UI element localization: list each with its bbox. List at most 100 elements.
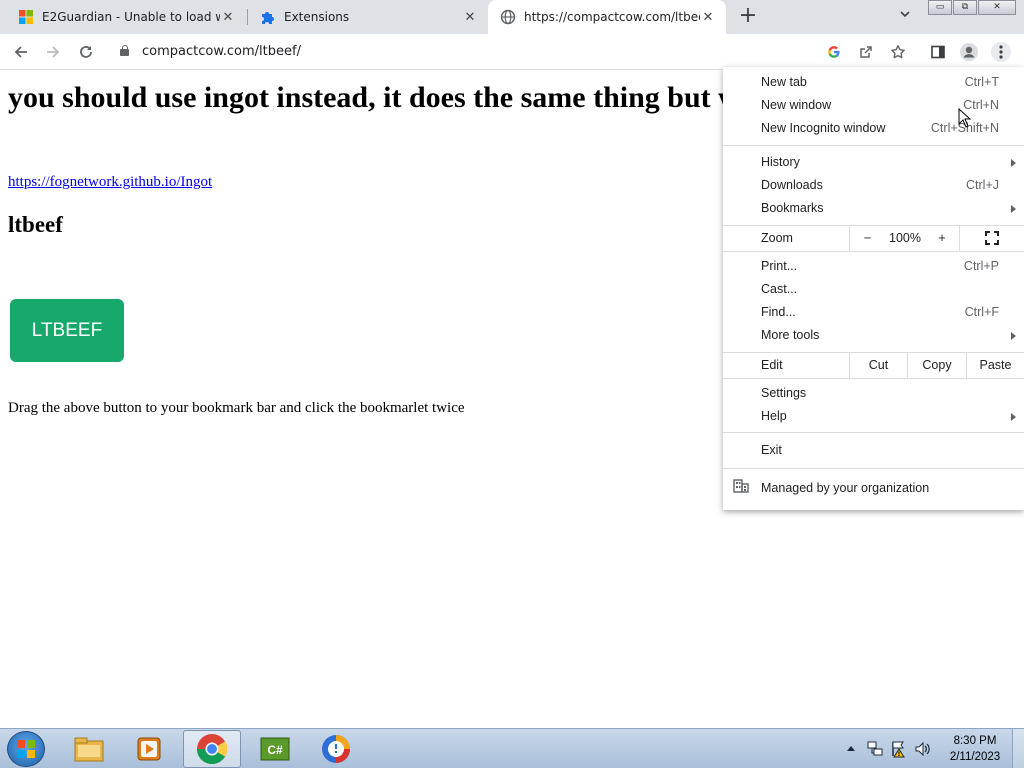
close-tab-icon[interactable]: ✕ [220,10,236,25]
fullscreen-button[interactable] [959,226,1024,251]
show-hidden-icons-icon[interactable] [846,744,856,752]
menu-separator [723,432,1024,433]
taskbar: C# ! 8:30 PM 2/11/2023 [0,728,1024,768]
menu-item-label: Bookmarks [761,201,824,215]
menu-item-label: Managed by your organization [761,481,930,495]
menu-shortcut: Ctrl+F [964,305,999,319]
menu-button[interactable] [991,42,1011,62]
windows-logo-icon [18,9,34,25]
minimize-button[interactable]: ▭ [928,0,952,15]
menu-item-cast[interactable]: Cast... [723,278,1024,301]
chevron-down-icon [900,11,910,18]
svg-text:!: ! [898,751,901,758]
taskbar-file-explorer[interactable] [60,730,118,768]
menu-shortcut: Ctrl+J [966,178,999,192]
network-icon[interactable] [866,740,884,758]
show-desktop-button[interactable] [1012,729,1024,768]
menu-item-find[interactable]: Find... Ctrl+F [723,301,1024,324]
menu-item-history[interactable]: History [723,151,1024,174]
back-button[interactable] [9,40,33,64]
profile-icon[interactable] [959,42,979,62]
copy-button[interactable]: Copy [907,353,966,378]
browser-shield-icon [322,735,350,763]
tab-compactcow[interactable]: https://compactcow.com/ltbeef/ ✕ [488,0,726,34]
zoom-level: 100% [889,231,921,245]
svg-text:C#: C# [267,743,283,757]
action-center-icon[interactable]: ! [890,740,908,758]
menu-item-bookmarks[interactable]: Bookmarks [723,197,1024,220]
taskbar-csharp[interactable]: C# [246,730,304,768]
menu-item-label: Edit [761,358,783,372]
toolbar: compactcow.com/ltbeef/ [0,34,1024,70]
forward-button[interactable] [41,40,65,64]
tab-e2guardian[interactable]: E2Guardian - Unable to load web ✕ [0,0,246,34]
menu-row-zoom: Zoom − 100% + [723,226,1024,251]
share-icon[interactable] [856,42,876,62]
menu-item-exit[interactable]: Exit [723,439,1024,462]
menu-shortcut: Ctrl+P [963,259,999,273]
tab-search-button[interactable] [896,8,914,26]
chrome-icon [197,734,228,765]
clock-date: 2/11/2023 [949,751,1001,763]
taskbar-browser-shield[interactable] [307,730,365,768]
menu-item-label: Exit [761,443,782,457]
menu-item-managed[interactable]: Managed by your organization [723,477,1024,500]
clock-time: 8:30 PM [953,735,997,747]
bookmarklet-button[interactable]: LTBEEF [10,299,124,362]
taskbar-media-player[interactable] [120,730,178,768]
new-tab-button[interactable]: + [736,5,760,29]
start-button[interactable] [7,731,45,767]
clock[interactable]: 8:30 PM 2/11/2023 [940,733,1010,765]
window-close-button[interactable]: ✕ [978,0,1016,15]
side-panel-icon[interactable] [928,42,948,62]
file-explorer-icon [74,737,104,762]
maximize-button[interactable]: ⧉ [953,0,977,15]
menu-item-downloads[interactable]: Downloads Ctrl+J [723,174,1024,197]
forward-icon [47,46,60,58]
menu-item-label: New tab [761,75,807,89]
cut-button[interactable]: Cut [849,353,907,378]
zoom-in-button[interactable]: + [925,226,959,251]
menu-item-label: Zoom [761,231,793,245]
ingot-link[interactable]: https://fognetwork.github.io/Ingot [8,174,212,191]
paste-button[interactable]: Paste [966,353,1024,378]
tab-title: Extensions [284,10,350,24]
menu-item-print[interactable]: Print... Ctrl+P [723,255,1024,278]
lock-icon[interactable] [120,45,129,56]
menu-item-label: Print... [761,259,798,273]
tab-strip: E2Guardian - Unable to load web ✕ Extens… [0,0,1024,34]
menu-item-help[interactable]: Help [723,405,1024,428]
menu-item-incognito[interactable]: New Incognito window Ctrl+Shift+N [723,117,1024,140]
menu-separator [723,145,1024,146]
zoom-out-button[interactable]: − [849,226,885,251]
menu-separator [723,251,1024,252]
menu-item-new-tab[interactable]: New tab Ctrl+T [723,71,1024,94]
menu-item-label: Cast... [761,282,798,296]
close-tab-icon[interactable]: ✕ [700,10,716,25]
csharp-icon: C# [260,737,290,761]
close-tab-icon[interactable]: ✕ [462,10,478,25]
menu-item-label: History [761,155,800,169]
reload-button[interactable] [74,40,98,64]
menu-item-new-window[interactable]: New window Ctrl+N [723,94,1024,117]
back-icon [14,46,27,58]
media-player-icon [137,737,161,761]
menu-item-settings[interactable]: Settings [723,382,1024,405]
tab-title: https://compactcow.com/ltbeef/ [524,10,700,24]
taskbar-chrome[interactable] [183,730,241,768]
menu-item-label: Find... [761,305,796,319]
menu-item-more-tools[interactable]: More tools [723,324,1024,347]
address-bar[interactable]: compactcow.com/ltbeef/ [110,38,948,66]
page-subheading: ltbeef [8,212,63,237]
url-text[interactable]: compactcow.com/ltbeef/ [142,44,301,59]
mouse-cursor-icon [958,108,972,128]
menu-item-label: Help [761,409,787,423]
windows-logo-icon [17,740,35,758]
volume-icon[interactable] [914,740,932,758]
menu-separator [723,378,1024,379]
star-icon[interactable] [888,42,908,62]
google-icon[interactable] [824,42,844,62]
submenu-arrow-icon [1011,413,1016,421]
tab-extensions[interactable]: Extensions ✕ [248,0,488,34]
chrome-menu: New tab Ctrl+T New window Ctrl+N New Inc… [723,67,1024,510]
